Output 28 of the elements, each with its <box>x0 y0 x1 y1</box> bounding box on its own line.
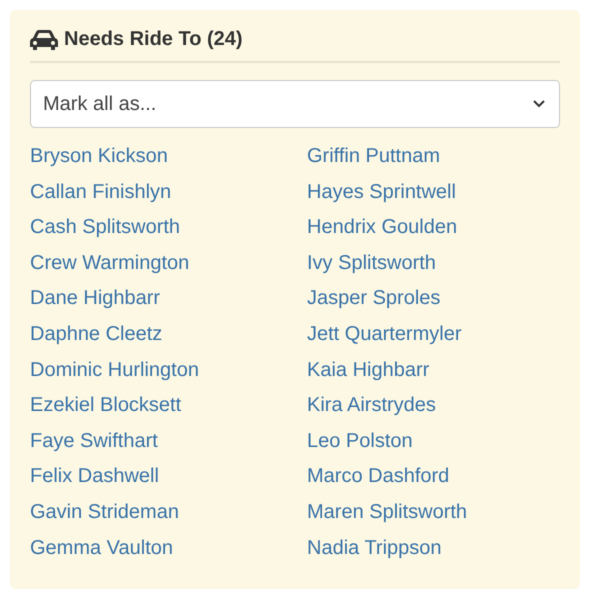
panel-title: Needs Ride To (24) <box>64 28 243 51</box>
person-link[interactable]: Faye Swifthart <box>30 428 158 453</box>
mark-all-dropdown[interactable]: Mark all as... <box>30 80 560 128</box>
person-link[interactable]: Gemma Vaulton <box>30 536 174 560</box>
person-link[interactable]: Leo Polston <box>307 428 413 453</box>
person-link[interactable]: Dominic Hurlington <box>30 358 199 382</box>
person-link[interactable]: Hendrix Goulden <box>307 215 458 240</box>
person-link[interactable]: Dane Highbarr <box>30 286 160 310</box>
person-link[interactable]: Kaia Highbarr <box>307 358 430 382</box>
person-link[interactable]: Ezekiel Blocksett <box>30 393 182 418</box>
person-link[interactable]: Kira Airstrydes <box>307 393 436 418</box>
person-link[interactable]: Hayes Sprintwell <box>307 180 456 204</box>
chevron-down-icon <box>533 100 545 108</box>
person-link[interactable]: Daphne Cleetz <box>30 322 162 346</box>
person-link[interactable]: Cash Splitsworth <box>30 215 180 240</box>
person-link[interactable]: Felix Dashwell <box>30 464 159 488</box>
person-link[interactable]: Nadia Trippson <box>307 536 442 560</box>
person-link[interactable]: Gavin Strideman <box>30 500 179 524</box>
person-link[interactable]: Crew Warmington <box>30 250 190 275</box>
person-link[interactable]: Maren Splitsworth <box>307 500 468 524</box>
person-link[interactable]: Griffin Puttnam <box>307 144 440 168</box>
person-link[interactable]: Marco Dashford <box>307 464 450 488</box>
car-icon <box>30 30 58 50</box>
person-link[interactable]: Jett Quartermyler <box>307 322 462 346</box>
person-link[interactable]: Ivy Splitsworth <box>307 250 436 275</box>
person-link[interactable]: Callan Finishlyn <box>30 180 172 204</box>
person-link[interactable]: Bryson Kickson <box>30 144 168 168</box>
person-link[interactable]: Jasper Sproles <box>307 286 440 310</box>
